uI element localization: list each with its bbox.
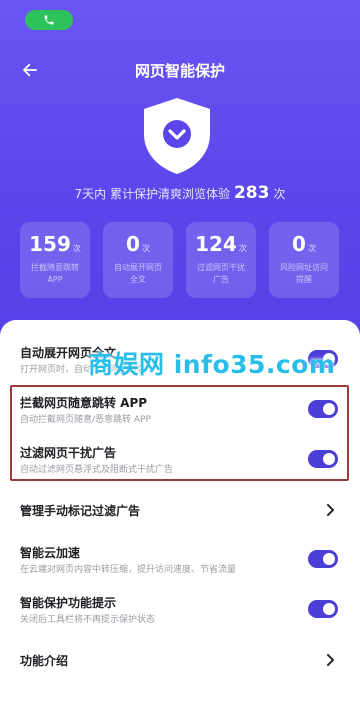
setting-row-cloud-accel[interactable]: 智能云加速 在云端对网页内容中转压缩，提升访问速度、节省流量 [0,542,360,578]
call-indicator[interactable] [25,10,73,30]
stat-card-value: 124 [195,232,237,256]
stat-card-label: 拦截随意跳转 APP [31,263,79,284]
highlight-box [10,385,349,481]
cloud-accel-toggle[interactable] [308,550,338,568]
setting-row-manage-marked-ads[interactable]: 管理手动标记过滤广告 [0,498,360,522]
watermark-text: 商娱网 info35.com [88,350,336,379]
stat-card-unit: 次 [238,244,247,253]
protection-tips-toggle[interactable] [308,600,338,618]
setting-row-protection-tips[interactable]: 智能保护功能提示 关闭后工具栏将不再提示保护状态 [0,592,360,628]
page-title: 网页智能保护 [134,62,225,80]
protection-summary: 7天内 累计保护清爽浏览体验 283 次 [0,183,360,203]
stat-card-expand-text: 0次 自动展开网页全文 [103,222,173,298]
stat-card-risk-url: 0次 风险网址访问提醒 [269,222,339,298]
stat-cards: 159 次 拦截随意跳转 APP 0次 自动展开网页全文 124 次 过滤网页干扰广… [20,222,340,300]
setting-label: 管理手动标记过滤广告 [20,504,141,518]
toggle-knob [323,553,335,565]
setting-label: 智能保护功能提示 [20,596,117,610]
toggle-knob [323,603,335,615]
setting-description: 关闭后工具栏将不再提示保护状态 [20,615,156,625]
stat-card-unit: 次 [141,244,150,253]
summary-prefix: 7天内 累计保护清爽浏览体验 [74,187,230,201]
stat-card-filter-ads: 124 次 过滤网页干扰广告 [186,222,256,298]
chevron-right-icon [327,504,334,516]
stat-card-label: 风险网址访问提醒 [280,263,328,284]
stat-card-label: 自动展开网页全文 [114,263,162,284]
header-banner: 网页智能保护 7天内 累计保护清爽浏览体验 283 次 159 次 拦截随意跳转 AP… [0,0,360,360]
setting-description: 在云端对网页内容中转压缩，提升访问速度、节省流量 [20,565,237,575]
setting-label: 功能介绍 [20,654,69,668]
summary-count: 283 [233,183,270,203]
stat-card-unit: 次 [72,244,81,253]
stat-card-block-jump: 159 次 拦截随意跳转 APP [20,222,90,298]
shield-icon [138,96,216,176]
stat-card-label: 过滤网页干扰广告 [197,263,245,284]
stat-card-unit: 次 [307,244,316,253]
stat-card-value: 0 [292,232,306,256]
stat-card-value: 0 [126,232,140,256]
phone-icon [44,15,54,25]
setting-label: 智能云加速 [20,546,81,560]
setting-row-feature-intro[interactable]: 功能介绍 [0,648,360,672]
stat-card-value: 159 [29,232,71,256]
summary-suffix: 次 [273,187,286,201]
chevron-right-icon [327,654,334,666]
